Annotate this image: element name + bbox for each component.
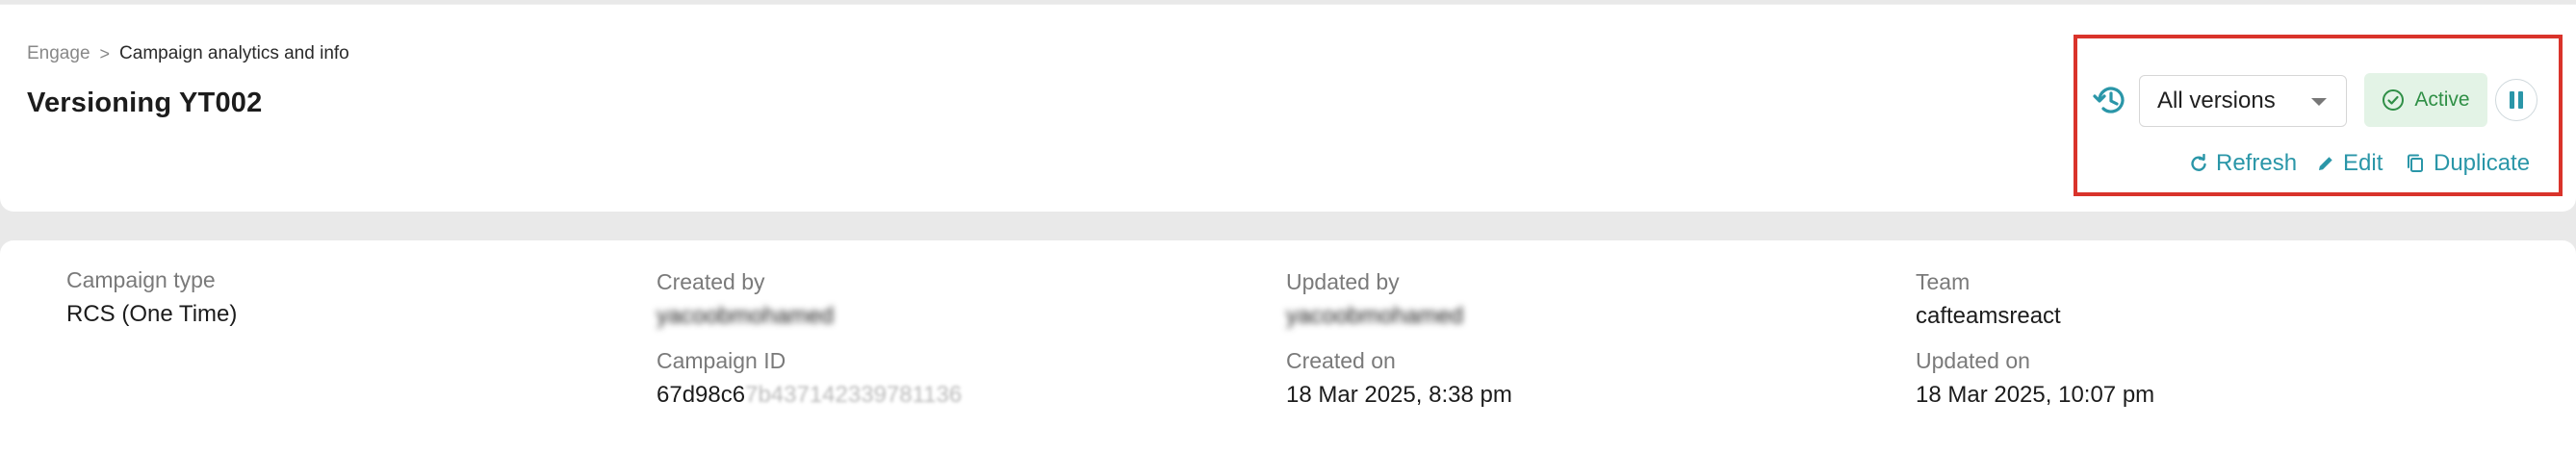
- field-campaign-id: Campaign ID 67d98c67b437142339781136: [657, 348, 962, 409]
- chevron-down-icon: [2311, 98, 2327, 106]
- pause-button[interactable]: [2495, 79, 2537, 121]
- refresh-label: Refresh: [2216, 150, 2298, 176]
- breadcrumb-separator: >: [99, 43, 111, 63]
- updated-by-value: yacoobmohamed: [1286, 303, 1464, 329]
- version-select[interactable]: All versions: [2139, 75, 2347, 127]
- pause-icon: [2508, 91, 2525, 109]
- field-created-on: Created on 18 Mar 2025, 8:38 pm: [1286, 348, 1512, 409]
- campaign-id-label: Campaign ID: [657, 348, 786, 373]
- page-title: Versioning YT002: [27, 88, 263, 118]
- history-icon[interactable]: [2091, 81, 2129, 119]
- field-updated-on: Updated on 18 Mar 2025, 10:07 pm: [1916, 348, 2154, 409]
- field-campaign-type: Campaign type RCS (One Time): [66, 267, 237, 328]
- updated-by-label: Updated by: [1286, 269, 1400, 294]
- created-by-label: Created by: [657, 269, 765, 294]
- field-updated-by: Updated by yacoobmohamed: [1286, 269, 1463, 330]
- campaign-type-label: Campaign type: [66, 267, 216, 292]
- created-by-value: yacoobmohamed: [657, 303, 835, 329]
- pencil-icon: [2319, 157, 2332, 170]
- edit-label: Edit: [2343, 150, 2383, 176]
- updated-on-value: 18 Mar 2025, 10:07 pm: [1916, 382, 2155, 408]
- check-circle-icon: [2383, 89, 2405, 111]
- campaign-id-redacted: 7b437142339781136: [745, 382, 963, 408]
- field-created-by: Created by yacoobmohamed: [657, 269, 834, 330]
- campaign-id-value: 67d98c67b437142339781136: [657, 382, 962, 409]
- refresh-button[interactable]: Refresh: [2189, 146, 2297, 181]
- refresh-icon: [2191, 154, 2206, 171]
- status-label: Active: [2414, 88, 2470, 111]
- created-on-label: Created on: [1286, 348, 1396, 373]
- campaign-id-visible: 67d98c6: [657, 382, 746, 408]
- field-team: Team cafteamsreact: [1916, 269, 2061, 330]
- copy-icon: [2408, 154, 2423, 172]
- campaign-type-value: RCS (One Time): [66, 301, 238, 327]
- status-badge: Active: [2364, 73, 2487, 127]
- created-on-value: 18 Mar 2025, 8:38 pm: [1286, 382, 1512, 408]
- duplicate-button[interactable]: Duplicate: [2405, 146, 2530, 181]
- team-value: cafteamsreact: [1916, 303, 2061, 329]
- updated-on-label: Updated on: [1916, 348, 2030, 373]
- campaign-details-card: Campaign type RCS (One Time) Created by …: [0, 240, 2576, 452]
- team-label: Team: [1916, 269, 1971, 294]
- edit-button[interactable]: Edit: [2316, 146, 2383, 181]
- breadcrumb-engage[interactable]: Engage: [27, 43, 90, 64]
- breadcrumb: Engage > Campaign analytics and info: [27, 43, 349, 64]
- duplicate-label: Duplicate: [2434, 150, 2531, 176]
- breadcrumb-current: Campaign analytics and info: [119, 43, 349, 63]
- version-select-value: All versions: [2157, 88, 2276, 113]
